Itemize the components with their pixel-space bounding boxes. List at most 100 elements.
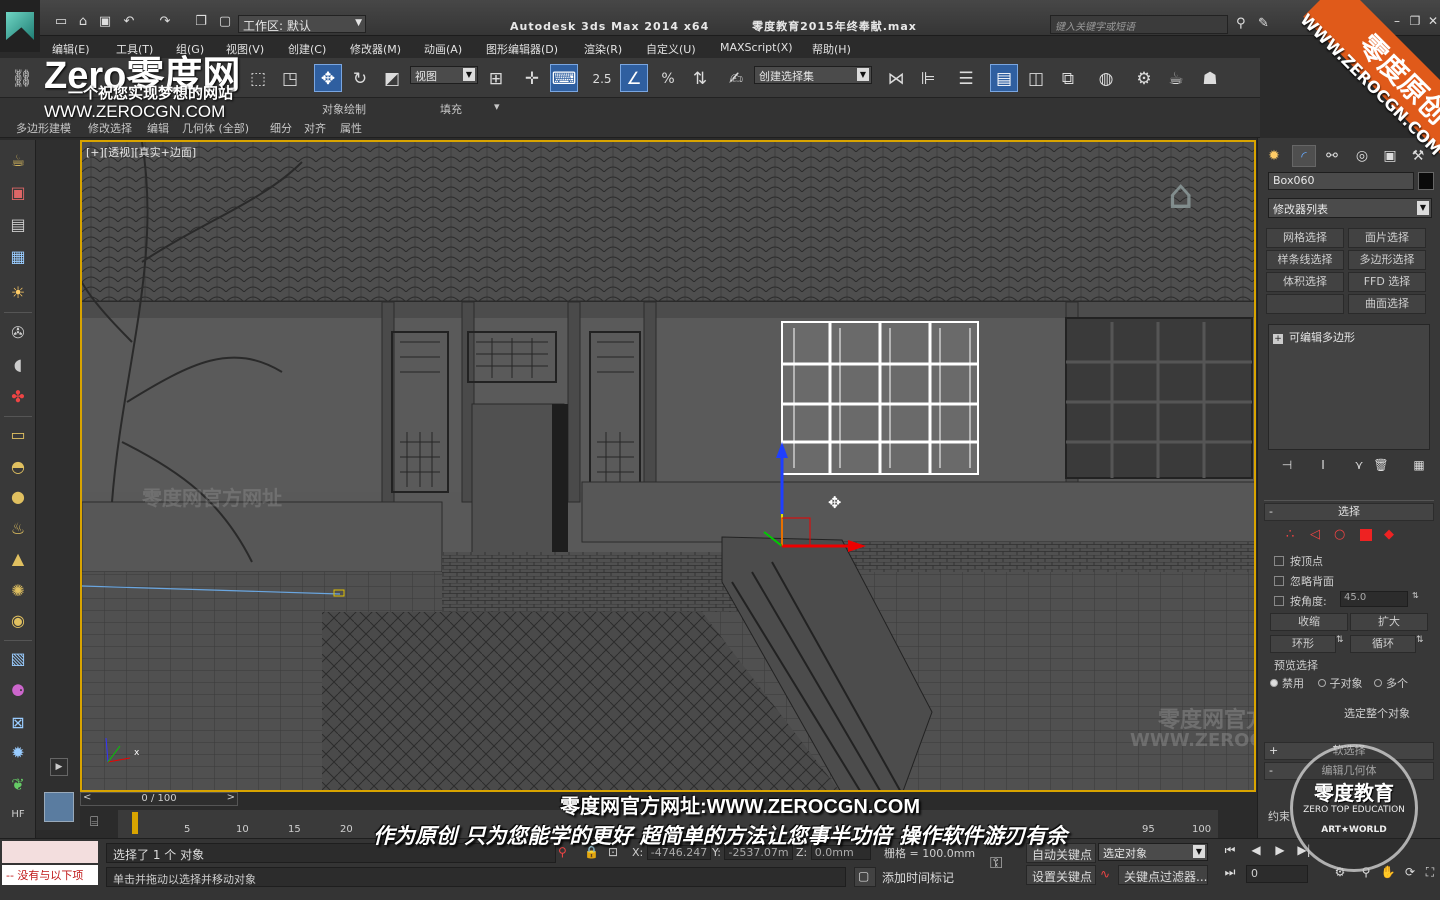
viewcube-icon[interactable]: ⌂ [1168,172,1224,228]
perspective-viewport[interactable]: ✥ [+][透视][真实+边面] ⌂ x 零度网官方网址 零度网官方网址 WWW… [80,140,1256,792]
key-filters-button[interactable]: 关键点过滤器... [1118,865,1208,885]
schematic-view-icon[interactable]: ⧉ [1054,64,1082,92]
hemisphere-icon[interactable]: ◓ [7,456,29,478]
vol-select-button[interactable]: 体积选择 [1266,272,1344,292]
redo-icon[interactable]: ↷ [156,14,174,30]
menu-help[interactable]: 帮助(H) [812,41,851,57]
render-production-icon[interactable]: ☗ [1196,64,1224,92]
window-icon[interactable]: ▢ [216,14,234,30]
image-icon[interactable]: ▣ [7,182,29,204]
tab-properties[interactable]: 属性 [340,120,362,136]
tools-icon[interactable]: ✎ [1258,16,1269,31]
modify-tab-icon[interactable]: ◜ [1292,145,1316,167]
polygon-icon[interactable] [1360,529,1372,541]
add-time-tag-label[interactable]: 添加时间标记 [882,869,954,886]
add-time-tag-icon[interactable]: ▢ [854,867,876,887]
binoculars-icon[interactable]: ⚲ [1236,16,1246,31]
compass-icon[interactable]: ⊠ [7,712,29,734]
window-crossing-icon[interactable]: ◳ [276,64,304,92]
ring-spinner-icon[interactable]: ⇅ [1336,635,1344,645]
sound-icon[interactable]: ◖ [7,354,29,376]
surface-select-button[interactable]: 曲面选择 [1348,294,1426,314]
keyboard-shortcut-override-icon[interactable]: ⌨ [550,64,578,92]
set-key-mode-icon[interactable]: ⚿ [990,853,1002,873]
spline-select-button[interactable]: 样条线选择 [1266,250,1344,270]
pan-icon[interactable]: ✋ [1378,865,1398,883]
menu-maxscript[interactable]: MAXScript(X) [720,41,793,54]
particles-icon[interactable]: ⚈ [7,680,29,702]
mesh-select-button[interactable]: 网格选择 [1266,228,1344,248]
spinner-snap-icon[interactable]: ⇅ [686,64,714,92]
menu-create[interactable]: 创建(C) [288,41,326,57]
object-paint-label[interactable]: 对象绘制 [322,101,366,117]
loop-spinner-icon[interactable]: ⇅ [1416,635,1424,645]
patch-select-button[interactable]: 面片选择 [1348,228,1426,248]
material-editor-icon[interactable]: ◍ [1092,64,1120,92]
select-move-icon[interactable]: ✥ [314,64,342,92]
snap-toggle-icon[interactable]: 2.5 [588,64,616,92]
motion-tab-icon[interactable]: ◎ [1350,145,1374,167]
utilities-tab-icon[interactable]: ⚒ [1406,145,1430,167]
light-icon[interactable]: ☀ [7,282,29,304]
new-file-icon[interactable]: ▭ [52,14,70,30]
make-unique-icon[interactable]: ⋎ [1350,458,1368,476]
percent-snap-icon[interactable]: % [654,64,682,92]
edit-named-selection-icon[interactable]: ✍ [722,64,750,92]
teapot-icon[interactable]: ☕ [7,150,29,172]
border-icon[interactable]: ○ [1334,527,1345,542]
link-icon[interactable]: ⛓ [8,64,36,92]
rendered-frame-window-icon[interactable]: ☕ [1162,64,1190,92]
loop-button[interactable]: 循环 [1350,635,1416,653]
mirror-icon[interactable]: ⋈ [882,64,910,92]
camera-icon[interactable]: ✇ [7,322,29,344]
element-icon[interactable]: ◆ [1384,527,1394,542]
cone-icon[interactable]: ▲ [7,548,29,570]
by-vertex-checkbox[interactable]: 按顶点 [1274,553,1323,569]
hierarchy-tab-icon[interactable]: ⚯ [1320,145,1344,167]
key-filters-icon[interactable]: ∿ [1100,867,1110,881]
ribbon-options-icon[interactable]: ▾ [494,100,500,113]
maxscript-error[interactable]: -- 没有与以下项 [2,865,98,885]
sun-icon[interactable]: ✺ [7,580,29,602]
menu-rendering[interactable]: 渲染(R) [584,41,622,57]
show-end-result-icon[interactable]: Ι [1314,458,1332,476]
ignore-backfacing-checkbox[interactable]: 忽略背面 [1274,573,1334,589]
menu-graph-editors[interactable]: 图形编辑器(D) [486,41,558,57]
select-rotate-icon[interactable]: ↻ [346,64,374,92]
radio-multi[interactable]: 多个 [1374,677,1408,690]
reference-coordinate-dropdown[interactable]: 视图 ▼ [410,66,478,84]
maximize-viewport-icon[interactable]: ⛶ [1420,865,1440,883]
menu-animation[interactable]: 动画(A) [424,41,462,57]
viewport-label[interactable]: [+][透视][真实+边面] [86,144,196,160]
angle-spinner[interactable]: 45.0 [1340,591,1408,607]
poly-select-button[interactable]: 多边形选择 [1348,250,1426,270]
radio-disabled[interactable]: 禁用 [1270,677,1304,690]
object-name-field[interactable]: Box060 [1268,172,1414,190]
angle-snap-icon[interactable]: ∠ [620,64,648,92]
select-scale-icon[interactable]: ◩ [378,64,406,92]
modifier-list-dropdown[interactable]: 修改器列表 ▼ [1268,198,1432,218]
stripes-icon[interactable]: ▧ [7,648,29,670]
fill-label[interactable]: 填充 [440,101,462,117]
close-button[interactable]: ✕ [1424,14,1440,30]
pin-stack-icon[interactable]: ⊣ [1278,458,1296,476]
by-angle-checkbox[interactable]: 按角度: [1274,593,1327,609]
shrink-button[interactable]: 收缩 [1270,613,1348,631]
spinner-arrows-icon[interactable]: ⇅ [1412,591,1419,600]
film-icon[interactable]: ✤ [7,386,29,408]
minimize-button[interactable]: – [1388,14,1406,30]
gear-icon[interactable]: ✹ [7,742,29,764]
key-mode-toggle-icon[interactable]: ⏭ [1220,865,1240,883]
undo-icon[interactable]: ↶ [120,14,138,30]
selection-rollout-header[interactable]: - 选择 [1264,503,1434,521]
curve-editor-icon[interactable]: ◫ [1022,64,1050,92]
menu-modifiers[interactable]: 修改器(M) [350,41,401,57]
notes-icon[interactable]: ▤ [7,214,29,236]
tab-subdivision[interactable]: 细分 [270,120,292,136]
ffd-select-button[interactable]: FFD 选择 [1348,272,1426,292]
pot-icon[interactable]: ♨ [7,518,29,540]
box-icon[interactable]: ▭ [7,424,29,446]
pivot-center-icon[interactable]: ⊞ [482,64,510,92]
create-tab-icon[interactable]: ✹ [1262,145,1286,167]
menu-customize[interactable]: 自定义(U) [646,41,696,57]
